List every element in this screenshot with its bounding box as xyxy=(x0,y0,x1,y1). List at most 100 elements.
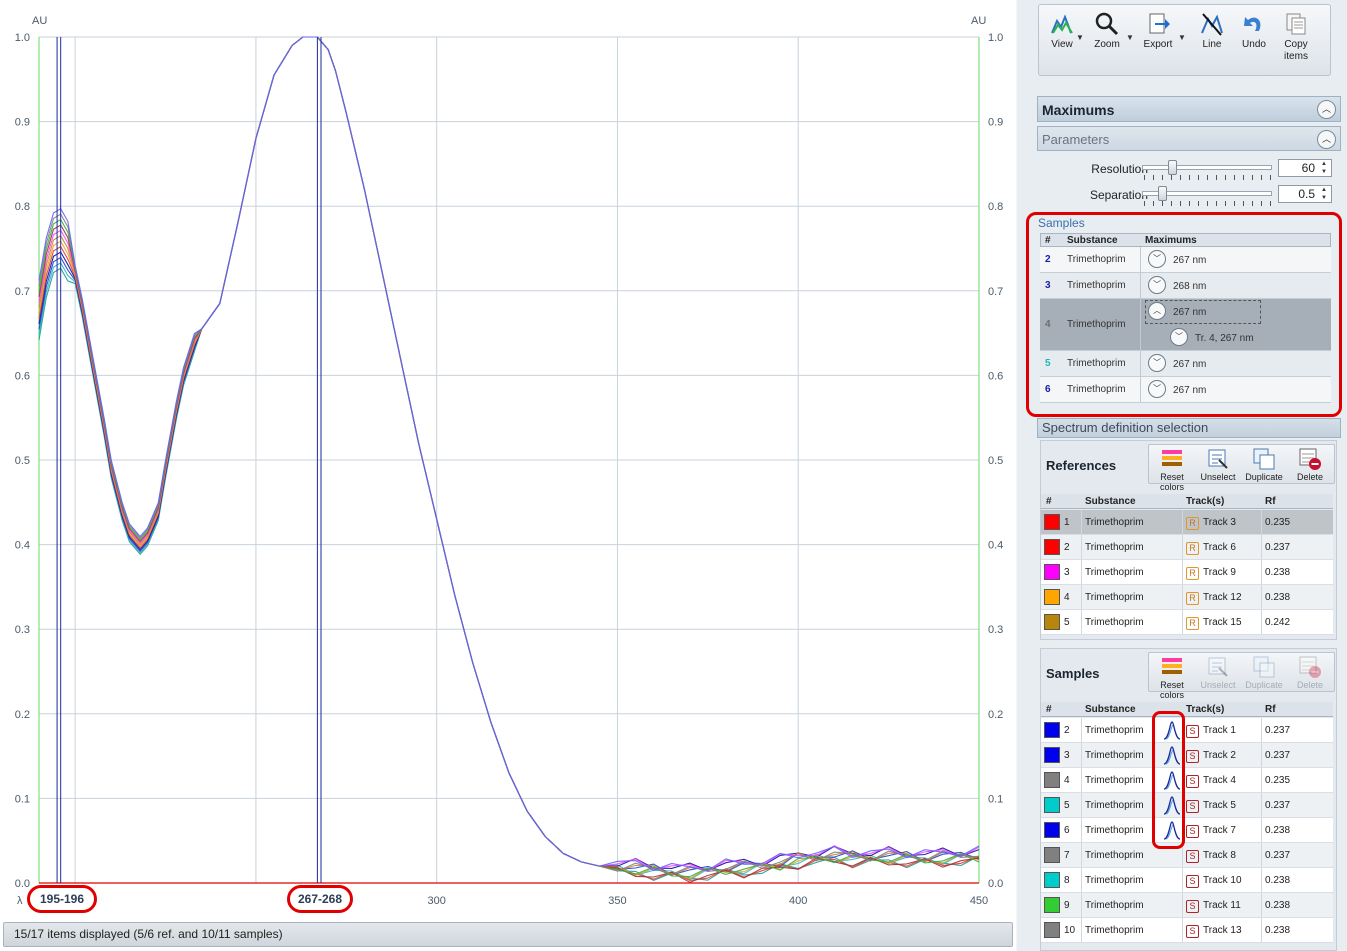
y-tick-right: 0.5 xyxy=(988,455,1003,467)
smp-col-tracks: Track(s) xyxy=(1186,704,1225,715)
references-row[interactable]: 3 Trimethoprim R Track 9 0.238 xyxy=(1041,560,1333,585)
color-swatch[interactable] xyxy=(1044,722,1060,738)
reset-colors-icon xyxy=(1162,450,1182,466)
maximums-row[interactable]: 3 Trimethoprim ﹀ 268 nm xyxy=(1040,273,1331,299)
spectrum-chart[interactable]: 0.0 0.0 0.1 0.1 0.2 0.2 0.3 0.3 0.4 0.4 0.5 0.5 0.6 0… xyxy=(0,0,1015,918)
row-num: 6 xyxy=(1064,825,1070,836)
samples-row[interactable]: 10 Trimethoprim S Track 13 0.238 xyxy=(1041,918,1333,943)
reset-colors-button[interactable]: Reset colors xyxy=(1149,655,1195,700)
color-swatch[interactable] xyxy=(1044,847,1060,863)
application-window: 0.0 0.0 0.1 0.1 0.2 0.2 0.3 0.3 0.4 0.4 0.5 0.5 0.6 0… xyxy=(0,0,1347,951)
maximums-row-value: 268 nm xyxy=(1173,281,1207,292)
color-swatch[interactable] xyxy=(1044,772,1060,788)
samples-row[interactable]: 2 Trimethoprim S Track 1 0.237 xyxy=(1041,718,1333,743)
undo-button[interactable]: Undo xyxy=(1231,9,1277,69)
export-dropdown-icon[interactable]: ▼ xyxy=(1178,33,1186,42)
samples-row[interactable]: 8 Trimethoprim S Track 10 0.238 xyxy=(1041,868,1333,893)
row-num: 8 xyxy=(1064,875,1070,886)
samples-row[interactable]: 5 Trimethoprim S Track 5 0.237 xyxy=(1041,793,1333,818)
spectrum-line[interactable] xyxy=(38,36,980,881)
unselect-button[interactable]: Unselect xyxy=(1195,447,1241,482)
maximums-row[interactable]: 6 Trimethoprim ﹀ 267 nm xyxy=(1040,377,1331,403)
marker-label-1[interactable]: 195-196 xyxy=(27,885,97,913)
column-divider xyxy=(1081,585,1082,609)
spectrum-line[interactable] xyxy=(38,36,980,880)
color-swatch[interactable] xyxy=(1044,747,1060,763)
y-unit-left: AU xyxy=(32,15,47,27)
spectrum-line[interactable] xyxy=(38,36,980,876)
spectrum-line[interactable] xyxy=(38,36,980,872)
delete-label: Delete xyxy=(1296,472,1323,482)
line-button[interactable]: Line xyxy=(1189,9,1235,69)
expand-child-icon[interactable]: ﹀ xyxy=(1170,328,1188,346)
maximums-row-substance: Trimethoprim xyxy=(1067,384,1126,395)
color-swatch[interactable] xyxy=(1044,897,1060,913)
color-swatch[interactable] xyxy=(1044,564,1060,580)
spectrum-line[interactable] xyxy=(38,36,980,878)
color-swatch[interactable] xyxy=(1044,539,1060,555)
column-divider xyxy=(1081,535,1082,559)
y-tick-left: 0.8 xyxy=(15,201,30,213)
spectrum-line[interactable] xyxy=(38,36,980,872)
resolution-spinner-icon[interactable]: ▲ ▼ xyxy=(1318,160,1330,176)
row-rf: 0.237 xyxy=(1265,750,1291,761)
references-row[interactable]: 1 Trimethoprim R Track 3 0.235 xyxy=(1041,510,1333,535)
delete-button[interactable]: Delete xyxy=(1287,447,1333,482)
column-divider xyxy=(1182,560,1183,584)
color-swatch[interactable] xyxy=(1044,922,1060,938)
expand-row-icon[interactable]: ﹀ xyxy=(1148,354,1166,372)
ref-col-tracks: Track(s) xyxy=(1186,496,1225,507)
references-row[interactable]: 4 Trimethoprim R Track 12 0.238 xyxy=(1041,585,1333,610)
maximums-collapse-icon[interactable]: ︿ xyxy=(1317,100,1336,119)
color-swatch[interactable] xyxy=(1044,872,1060,888)
color-swatch[interactable] xyxy=(1044,614,1060,630)
zoom-button[interactable]: Zoom xyxy=(1084,9,1130,69)
references-row[interactable]: 2 Trimethoprim R Track 6 0.237 xyxy=(1041,535,1333,560)
samples-row[interactable]: 3 Trimethoprim S Track 2 0.237 xyxy=(1041,743,1333,768)
separation-input[interactable]: 0.5 ▲ ▼ xyxy=(1278,185,1332,203)
resolution-slider[interactable] xyxy=(1142,165,1272,170)
row-rf: 0.237 xyxy=(1265,800,1291,811)
row-track: Track 10 xyxy=(1203,875,1242,886)
spectrum-line[interactable] xyxy=(38,36,980,877)
duplicate-button[interactable]: Duplicate xyxy=(1241,447,1287,482)
color-swatch[interactable] xyxy=(1044,822,1060,838)
references-row[interactable]: 5 Trimethoprim R Track 15 0.242 xyxy=(1041,610,1333,635)
spectrum-line[interactable] xyxy=(38,36,980,882)
parameters-collapse-icon[interactable]: ︿ xyxy=(1317,130,1336,149)
y-tick-right: 0.1 xyxy=(988,793,1003,805)
samples-row[interactable]: 4 Trimethoprim S Track 4 0.235 xyxy=(1041,768,1333,793)
spectrum-line[interactable] xyxy=(38,36,980,872)
export-button[interactable]: Export xyxy=(1135,9,1181,69)
color-swatch[interactable] xyxy=(1044,514,1060,530)
color-swatch[interactable] xyxy=(1044,797,1060,813)
maximums-row[interactable]: 2 Trimethoprim ﹀ 267 nm xyxy=(1040,247,1331,273)
copy-items-button[interactable]: Copy items xyxy=(1273,9,1319,69)
samples-row[interactable]: 9 Trimethoprim S Track 11 0.238 xyxy=(1041,893,1333,918)
marker-label-2[interactable]: 267-268 xyxy=(287,885,353,913)
delete-label: Delete xyxy=(1296,680,1323,690)
expand-row-icon[interactable]: ﹀ xyxy=(1148,380,1166,398)
separation-spinner-icon[interactable]: ▲ ▼ xyxy=(1318,186,1330,202)
spectrum-line[interactable] xyxy=(38,36,980,876)
resolution-slider-thumb[interactable] xyxy=(1167,160,1177,175)
row-rf: 0.238 xyxy=(1265,875,1291,886)
maximums-row[interactable]: 5 Trimethoprim ﹀ 267 nm xyxy=(1040,351,1331,377)
expand-row-icon[interactable]: ﹀ xyxy=(1148,276,1166,294)
samples-row[interactable]: 7 Trimethoprim S Track 8 0.237 xyxy=(1041,843,1333,868)
color-swatch[interactable] xyxy=(1044,589,1060,605)
reset-colors-button[interactable]: Reset colors xyxy=(1149,447,1195,492)
samples-row[interactable]: 6 Trimethoprim S Track 7 0.238 xyxy=(1041,818,1333,843)
maximums-header[interactable]: Maximums ︿ xyxy=(1037,96,1341,122)
expand-row-icon[interactable]: ﹀ xyxy=(1148,250,1166,268)
spectrum-line[interactable] xyxy=(38,36,980,881)
spectrum-selection-header[interactable]: Spectrum definition selection xyxy=(1037,418,1341,438)
column-divider xyxy=(1081,718,1082,742)
resolution-input[interactable]: 60 ▲ ▼ xyxy=(1278,159,1332,177)
zoom-dropdown-icon[interactable]: ▼ xyxy=(1126,33,1134,42)
spectrum-chart-area[interactable]: 0.0 0.0 0.1 0.1 0.2 0.2 0.3 0.3 0.4 0.4 0.5 0.5 0.6 0… xyxy=(0,0,1015,918)
spectrum-selection-title: Spectrum definition selection xyxy=(1042,420,1209,435)
parameters-header[interactable]: Parameters ︿ xyxy=(1037,126,1341,151)
view-dropdown-icon[interactable]: ▼ xyxy=(1076,33,1084,42)
separation-slider-thumb[interactable] xyxy=(1157,186,1167,201)
